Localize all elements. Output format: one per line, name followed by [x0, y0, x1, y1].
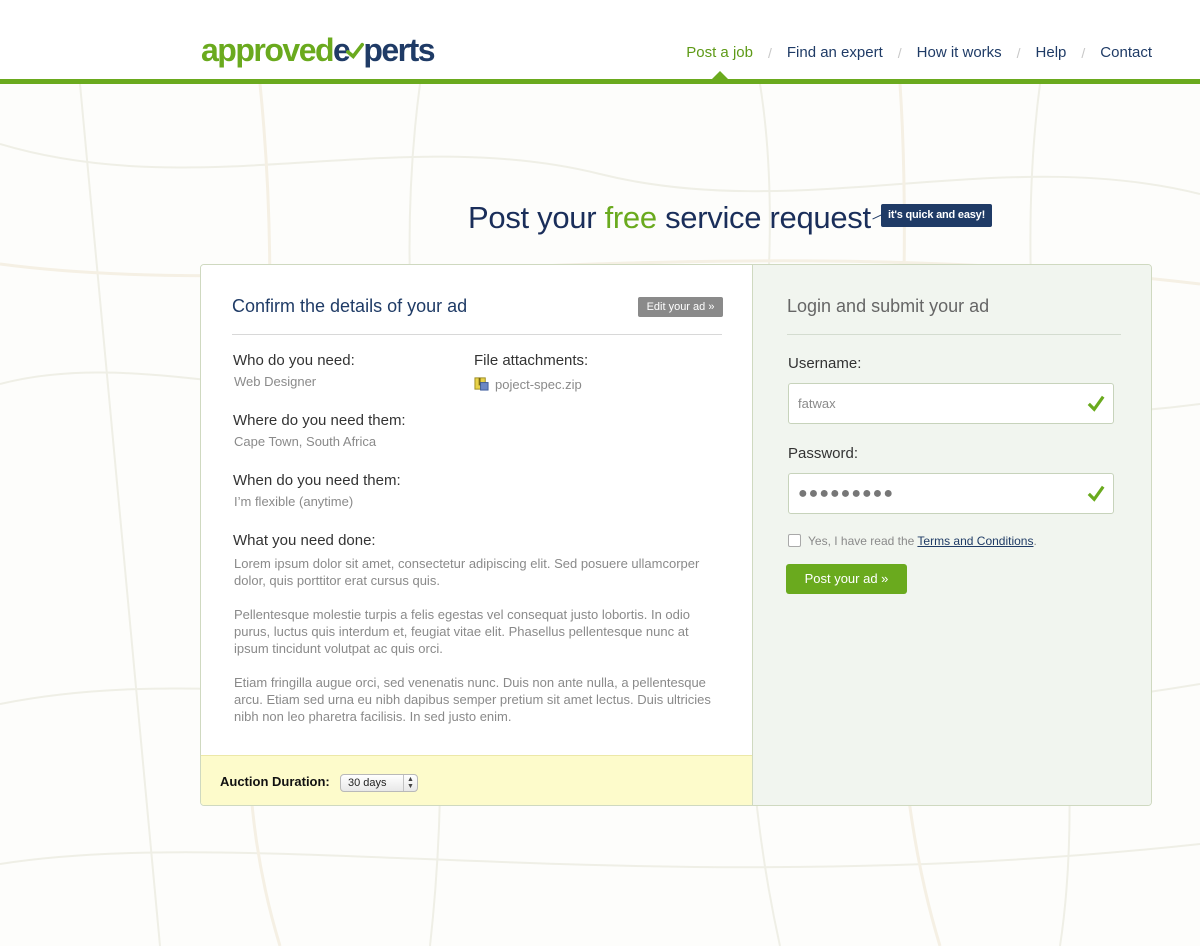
description-paragraph: Etiam fringilla augue orci, sed venenati…	[234, 675, 711, 724]
title-pre: Post your	[468, 200, 605, 235]
post-ad-card: Confirm the details of your ad Edit your…	[200, 264, 1152, 806]
confirm-title: Confirm the details of your ad	[232, 296, 468, 316]
nav-separator: /	[897, 44, 902, 61]
login-panel: Login and submit your ad Username: fatwa…	[752, 265, 1151, 805]
login-title: Login and submit your ad	[787, 296, 990, 316]
check-icon	[1087, 485, 1105, 502]
divider	[232, 334, 722, 335]
logo-text-perts: perts	[363, 32, 435, 68]
title-post: service request	[656, 200, 871, 235]
nav-separator: /	[1081, 44, 1086, 61]
auction-value: 30 days	[348, 777, 387, 789]
password-label: Password:	[788, 445, 859, 462]
logo[interactable]: approvede​perts	[201, 30, 436, 70]
where-label: Where do you need them:	[233, 412, 406, 429]
divider	[787, 334, 1121, 335]
username-field[interactable]: fatwax	[788, 383, 1114, 424]
agree-end: .	[1033, 534, 1037, 548]
title-free: free	[604, 200, 658, 235]
password-field[interactable]: ●●●●●●●●●	[788, 473, 1114, 514]
site-header: approvede​perts Post a job / Find an exp…	[0, 0, 1200, 84]
logo-text-approved: approved	[201, 32, 335, 68]
nav-how-it-works[interactable]: How it works	[917, 44, 1002, 61]
username-value: fatwax	[798, 396, 836, 411]
username-label: Username:	[788, 355, 862, 372]
nav-help[interactable]: Help	[1036, 44, 1067, 61]
check-icon	[1087, 395, 1105, 412]
terms-link[interactable]: Terms and Conditions	[917, 534, 1033, 548]
main-nav: Post a job / Find an expert / How it wor…	[686, 44, 1152, 79]
what-label: What you need done:	[233, 532, 376, 549]
nav-separator: /	[1016, 44, 1021, 61]
auction-label: Auction Duration:	[220, 774, 330, 789]
terms-checkbox[interactable]	[788, 534, 801, 547]
terms-agree-text: Yes, I have read the Terms and Condition…	[808, 534, 1037, 548]
confirm-details-panel: Confirm the details of your ad Edit your…	[201, 265, 752, 805]
nav-post-a-job[interactable]: Post a job	[686, 44, 753, 79]
auction-bar: Auction Duration: 30 days ▲ ▼	[201, 755, 752, 805]
select-arrows-icon: ▲ ▼	[403, 775, 417, 791]
when-value: I’m flexible (anytime)	[234, 494, 354, 509]
nav-find-an-expert[interactable]: Find an expert	[787, 44, 883, 61]
zip-file-icon	[474, 377, 489, 391]
page-title: Post your free service request	[468, 200, 871, 236]
who-value: Web Designer	[234, 374, 317, 389]
quick-easy-badge: it's quick and easy!	[881, 204, 993, 227]
active-caret-icon	[711, 71, 728, 79]
header-green-bar	[0, 79, 1200, 84]
files-label: File attachments:	[474, 352, 589, 369]
description-paragraph: Pellentesque molestie turpis a felis ege…	[234, 607, 690, 656]
when-label: When do you need them:	[233, 472, 401, 489]
auction-duration-select[interactable]: 30 days ▲ ▼	[340, 774, 418, 792]
nav-label: Post a job	[686, 44, 753, 61]
post-ad-button[interactable]: Post your ad »	[786, 564, 907, 594]
description-paragraph: Lorem ipsum dolor sit amet, consectetur …	[234, 556, 700, 588]
attachment-link[interactable]: poject-spec.zip	[495, 377, 582, 392]
nav-contact[interactable]: Contact	[1100, 44, 1152, 61]
password-value: ●●●●●●●●●	[798, 485, 894, 502]
nav-separator: /	[767, 44, 772, 61]
agree-text: Yes, I have read the	[808, 534, 918, 548]
who-label: Who do you need:	[233, 352, 355, 369]
edit-ad-button[interactable]: Edit your ad »	[638, 297, 723, 317]
where-value: Cape Town, South Africa	[234, 434, 377, 449]
